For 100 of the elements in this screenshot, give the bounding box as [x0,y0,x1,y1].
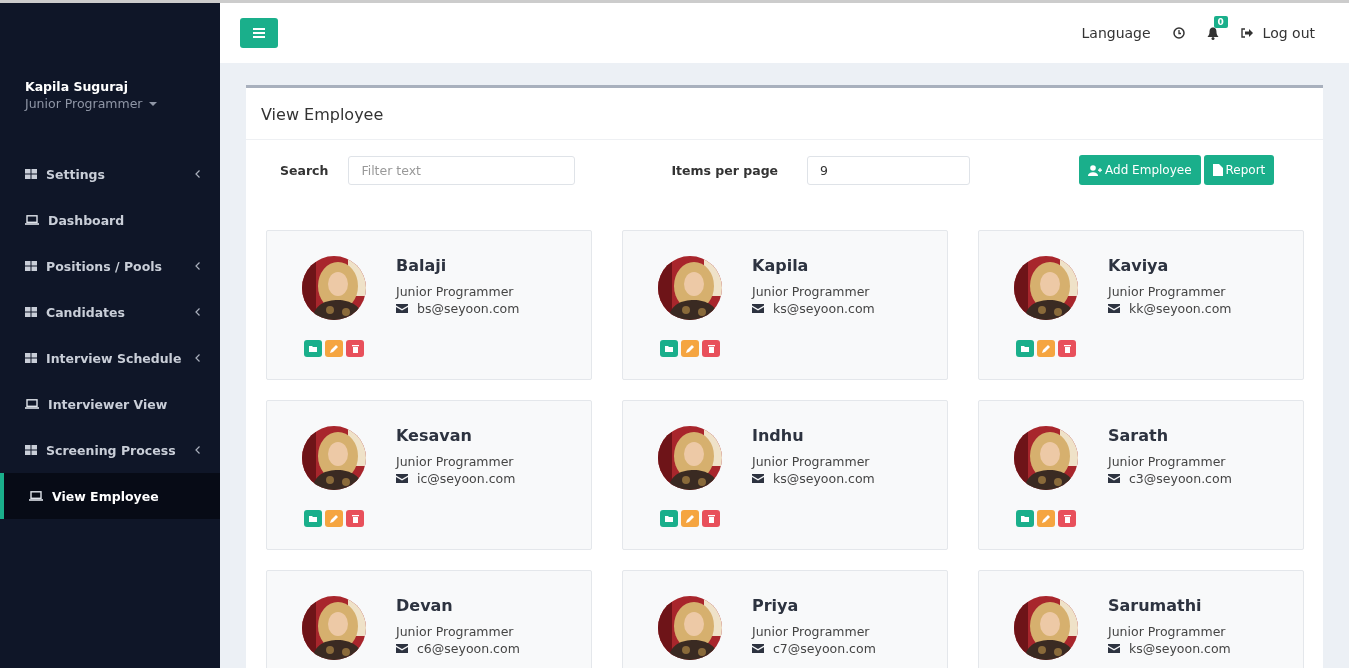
employee-name: Priya [752,596,800,615]
employee-name: Kesavan [396,426,473,445]
grid-icon [25,445,37,455]
bell-icon[interactable] [1206,26,1219,40]
envelope-icon [1108,474,1120,483]
notification-count: 0 [1213,15,1228,28]
sidebar-item[interactable]: View Employee [0,473,220,519]
sidebar-item[interactable]: Interviewer View [0,381,220,427]
employee-email: ks@seyoon.com [773,301,875,316]
delete-button[interactable] [346,340,364,357]
pencil-icon [686,344,694,353]
search-label: Search [280,162,329,178]
sidebar-item[interactable]: Interview Schedule [0,335,220,381]
caret-icon [148,101,157,106]
language-link[interactable]: Language [1081,25,1151,41]
edit-button[interactable] [325,340,343,357]
trash-icon [351,344,359,353]
view-button[interactable] [660,340,678,357]
employee-role: Junior Programmer [752,624,871,639]
employee-name: Sarath [1108,426,1170,445]
employee-email: ic@seyoon.com [417,471,516,486]
delete-button[interactable] [1058,340,1076,357]
folder-icon [309,515,317,522]
employee-email: c6@seyoon.com [417,641,520,656]
delete-button[interactable] [1058,510,1076,527]
envelope-icon [1108,304,1120,313]
pencil-icon [1042,514,1050,523]
user-plus-icon [1088,164,1103,176]
sidebar-item[interactable]: Candidates [0,289,220,335]
pencil-icon [330,514,338,523]
view-button[interactable] [660,510,678,527]
laptop-icon [29,491,43,501]
logout-icon [1240,28,1253,38]
grid-icon [25,307,37,317]
folder-icon [309,345,317,352]
grid-icon [25,261,37,271]
items-per-page-field[interactable]: 9 [807,155,971,185]
employee-email: bs@seyoon.com [417,301,520,316]
sidebar-item[interactable]: Dashboard [0,197,220,243]
envelope-icon [752,644,764,653]
employee-name: Devan [396,596,454,615]
sidebar-item[interactable]: Positions / Pools [0,243,220,289]
edit-button[interactable] [325,510,343,527]
folder-icon [665,515,673,522]
trash-icon [1063,514,1071,523]
edit-button[interactable] [1037,340,1055,357]
laptop-icon [25,399,39,409]
employee-email: c7@seyoon.com [773,641,876,656]
employee-role: Junior Programmer [396,624,515,639]
view-button[interactable] [1016,340,1034,357]
envelope-icon [396,304,408,313]
employee-email: kk@seyoon.com [1129,301,1232,316]
view-button[interactable] [1016,510,1034,527]
employee-role: Junior Programmer [1108,624,1227,639]
edit-button[interactable] [681,340,699,357]
logout-link[interactable]: Log out [1240,25,1315,41]
employee-name: Kaviya [1108,256,1170,275]
envelope-icon [752,474,764,483]
menu-button[interactable] [240,18,278,48]
view-button[interactable] [304,340,322,357]
employee-role: Junior Programmer [1108,454,1227,469]
envelope-icon [752,304,764,313]
employee-email: ks@seyoon.com [773,471,875,486]
pencil-icon [1042,344,1050,353]
file-icon [1212,164,1223,176]
employee-name: Balaji [396,256,448,275]
user-name: Kapila Suguraj [25,79,130,94]
grid-icon [25,169,37,179]
search-field[interactable]: Filter text [348,155,576,185]
laptop-icon [25,215,39,225]
items-per-page-label: Items per page [671,162,779,178]
employee-email: ks@seyoon.com [1129,641,1231,656]
trash-icon [707,514,715,523]
delete-button[interactable] [702,340,720,357]
user-role[interactable]: Junior Programmer [25,96,157,111]
delete-button[interactable] [702,510,720,527]
trash-icon [707,344,715,353]
clock-icon[interactable] [1172,27,1185,39]
employee-name: Indhu [752,426,805,445]
grid-icon [25,353,37,363]
trash-icon [351,514,359,523]
edit-button[interactable] [1037,510,1055,527]
employee-role: Junior Programmer [752,284,871,299]
pencil-icon [330,344,338,353]
folder-icon [1021,515,1029,522]
sidebar-item[interactable]: Screening Process [0,427,220,473]
delete-button[interactable] [346,510,364,527]
envelope-icon [1108,644,1120,653]
folder-icon [665,345,673,352]
panel-title: View Employee [246,88,1323,140]
employee-role: Junior Programmer [396,454,515,469]
employee-role: Junior Programmer [396,284,515,299]
sidebar-item[interactable]: Settings [0,151,220,197]
envelope-icon [396,644,408,653]
pencil-icon [686,514,694,523]
employee-email: c3@seyoon.com [1129,471,1232,486]
view-button[interactable] [304,510,322,527]
employee-name: Sarumathi [1108,596,1203,615]
edit-button[interactable] [681,510,699,527]
envelope-icon [396,474,408,483]
